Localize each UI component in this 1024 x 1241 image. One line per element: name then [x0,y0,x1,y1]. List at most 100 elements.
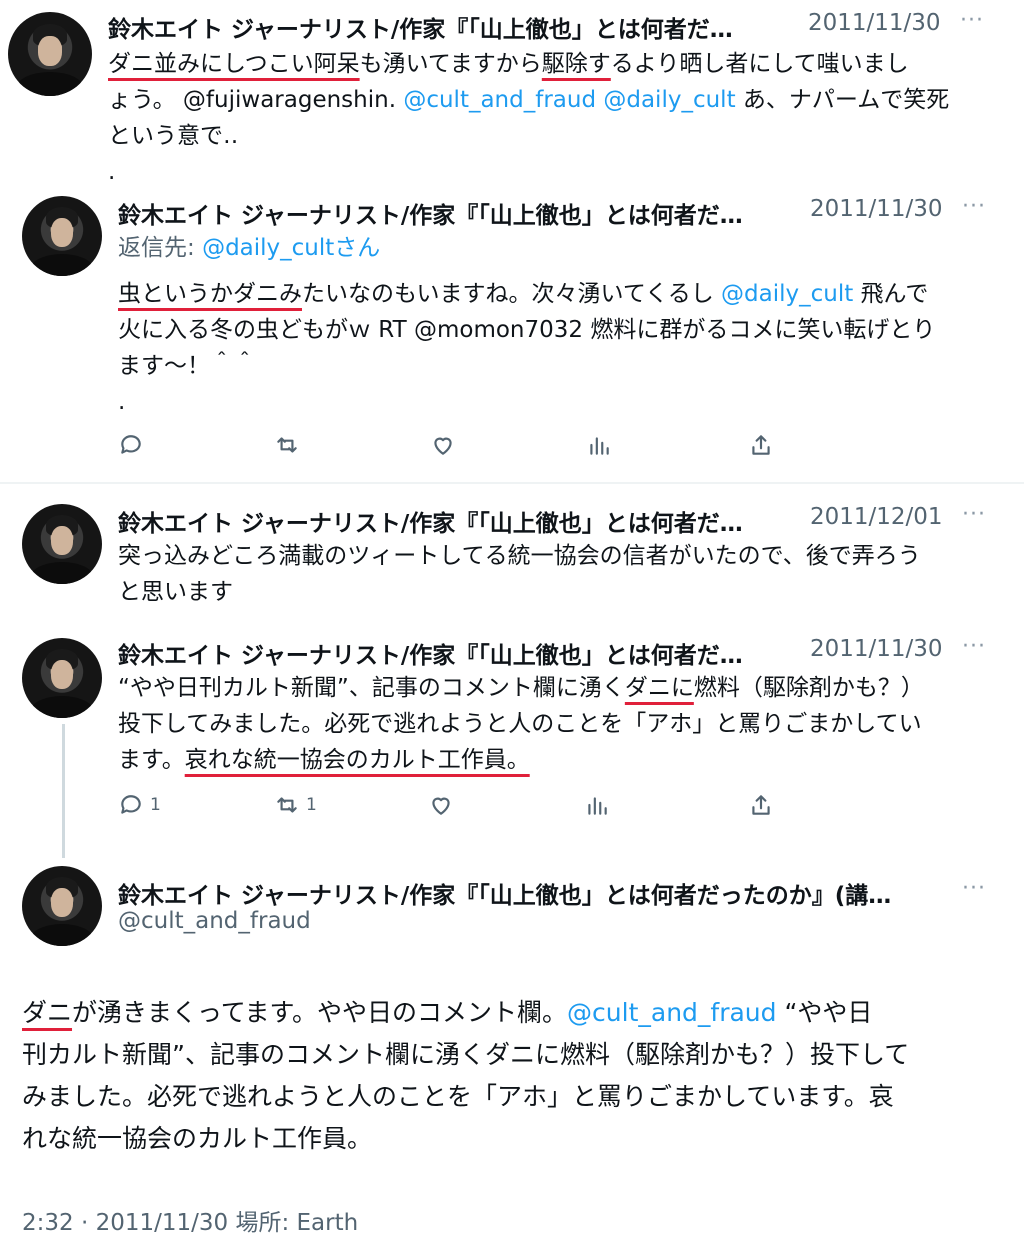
tweet-line: という意で‥ [108,123,239,149]
retweet-button[interactable]: 1 [274,792,317,818]
tweet-line: ます。哀れな統一協会のカルト工作員。 [118,742,924,778]
views-button[interactable] [586,432,612,458]
avatar[interactable] [22,866,102,946]
underlined-text: 哀れな統一協会のカルト工作員。 [184,747,530,773]
tweet-line: と思います [118,579,233,605]
author-name[interactable]: 鈴木エイト ジャーナリスト/作家『「山上徹也」とは何者だったのか』(講… [118,876,891,910]
more-icon[interactable]: ··· [962,634,986,659]
reply-to: 返信先: @daily_cultさん [118,230,380,266]
tweet-text: 突っ込みどころ満載のツィートしてる統一協会の信者がいたので、後で弄ろう と思いま… [118,538,921,610]
text-span: “やや日 [776,998,873,1027]
retweet-button[interactable] [274,432,300,458]
views-icon [590,437,609,455]
avatar[interactable] [22,504,102,584]
retweet-icon [277,437,297,453]
tweet-text: 虫というかダニみたいなのもいますね。次々湧いてくるし @daily_cult 飛… [118,276,935,420]
text-span: あ、ナパームで笑死 [735,87,950,113]
underlined-text: ダニ [22,998,73,1027]
tweet-line: ダニが湧きまくってます。やや日のコメント欄。@cult_and_fraud “や… [22,992,909,1034]
mention-link[interactable]: @daily_cult [721,281,853,307]
author-name[interactable]: 鈴木エイト ジャーナリスト/作家『「山上徹也」とは何者だ… [108,10,733,44]
avatar-shoulders [16,72,84,96]
text-span: るより晒し者にして嗤いまし [610,51,909,77]
avatar[interactable] [8,12,92,96]
text-span: ます。 [118,747,185,773]
reply-handle-link[interactable]: @daily_cult [202,235,334,261]
text-span: が湧きまくってます。やや日のコメント欄。 [72,998,568,1027]
underlined-text: 虫というかダニみ [118,281,302,307]
tweet-text: “やや日刊カルト新聞”、記事のコメント欄に湧くダニに燃料（駆除剤かも？） 投下し… [118,670,924,778]
more-icon[interactable]: ··· [960,8,984,33]
share-icon [752,795,770,815]
tweet-date[interactable]: 2011/11/30 [808,10,941,36]
underlined-text: 駆除す [541,51,611,77]
tweet-date[interactable]: 2011/11/30 [810,196,943,222]
text-span: “やや日刊カルト新聞”、記事のコメント欄に湧く [118,675,625,701]
underlined-text: ダニに [624,675,694,701]
author-handle[interactable]: @cult_and_fraud [118,908,311,934]
tweet-line: “やや日刊カルト新聞”、記事のコメント欄に湧くダニに燃料（駆除剤かも？） [118,670,924,706]
share-button[interactable] [748,432,774,458]
mention-link[interactable]: @cult_and_fraud @daily_cult [403,87,735,113]
thread-connector [62,724,65,858]
retweet-icon [277,797,297,813]
tweet-line: ます～！＾＾ [118,353,256,379]
tweet-line: 投下してみました。必死で逃れようと人のことを「アホ」と罵りごまかしてい [118,711,922,737]
like-button[interactable] [428,792,454,818]
avatar-shoulders [30,253,94,276]
reply-button[interactable]: 1 [118,792,161,818]
avatar-shoulders [30,561,94,584]
text-span: 燃料（駆除剤かも？） [693,675,924,701]
tweet-line: みました。必死で逃れようと人のことを「アホ」と罵りごまかしています。哀 [22,1082,894,1111]
author-name[interactable]: 鈴木エイト ジャーナリスト/作家『「山上徹也」とは何者だ… [118,636,743,670]
author-name[interactable]: 鈴木エイト ジャーナリスト/作家『「山上徹也」とは何者だ… [118,196,743,230]
tweet-line: . [108,159,116,185]
tweet-date[interactable]: 2011/11/30 [810,636,943,662]
reply-icon [121,795,141,814]
like-button[interactable] [430,432,456,458]
share-button[interactable] [748,792,774,818]
avatar-shoulders [30,923,94,946]
text-span: 飛んで [853,281,929,307]
more-icon[interactable]: ··· [962,194,986,219]
action-bar [118,432,798,462]
tweet-line: 突っ込みどころ満載のツィートしてる統一協会の信者がいたので、後で弄ろう [118,543,921,569]
tweet-timestamp[interactable]: 2:32 · 2011/11/30 場所: Earth [22,1203,358,1237]
like-icon [434,437,452,455]
reply-suffix: さん [334,235,381,261]
more-icon[interactable]: ··· [962,502,986,527]
tweet-line: ダニ並みにしつこい阿呆も湧いてますから駆除するより晒し者にして嗤いまし [108,46,949,82]
views-button[interactable] [584,792,610,818]
like-icon [432,797,450,815]
tweet-line: 火に入る冬の虫どもがｗ RT @momon7032 燃料に群がるコメに笑い転げと… [118,317,936,343]
reply-button[interactable] [118,432,144,458]
tweet-line: 虫というかダニみたいなのもいますね。次々湧いてくるし @daily_cult 飛… [118,276,935,312]
text-span: も湧いてますから [359,51,542,77]
tweet-line: れな統一協会のカルト工作員。 [22,1124,373,1153]
avatar-face [38,35,62,66]
mention-link[interactable]: @cult_and_fraud [567,998,777,1027]
reply-count: 1 [150,795,161,815]
avatar[interactable] [22,196,102,276]
action-bar: 1 1 [118,792,798,822]
tweet-line: ょう。 @fujiwaragenshin. @cult_and_fraud @d… [108,82,949,118]
avatar-face [50,660,74,690]
text-span: ょう。 @fujiwaragenshin. [108,87,404,113]
tweet-date[interactable]: 2011/12/01 [810,504,943,530]
divider [0,482,1024,484]
avatar-shoulders [30,695,94,718]
underlined-text: ダニ並みにしつこい阿呆 [108,51,360,77]
avatar-face [50,526,74,556]
more-icon[interactable]: ··· [962,876,986,901]
reply-label: 返信先: [118,235,203,261]
avatar[interactable] [22,638,102,718]
tweet-line: . [118,389,126,415]
main-tweet-text: ダニが湧きまくってます。やや日のコメント欄。@cult_and_fraud “や… [22,992,909,1160]
reply-icon [121,435,141,454]
author-name[interactable]: 鈴木エイト ジャーナリスト/作家『「山上徹也」とは何者だ… [118,504,743,538]
share-icon [752,435,770,455]
avatar-face [50,888,74,918]
text-span: たいなのもいますね。次々湧いてくるし [302,281,722,307]
tweet-text: ダニ並みにしつこい阿呆も湧いてますから駆除するより晒し者にして嗤いまし ょう。 … [108,46,949,190]
views-icon [588,797,607,815]
